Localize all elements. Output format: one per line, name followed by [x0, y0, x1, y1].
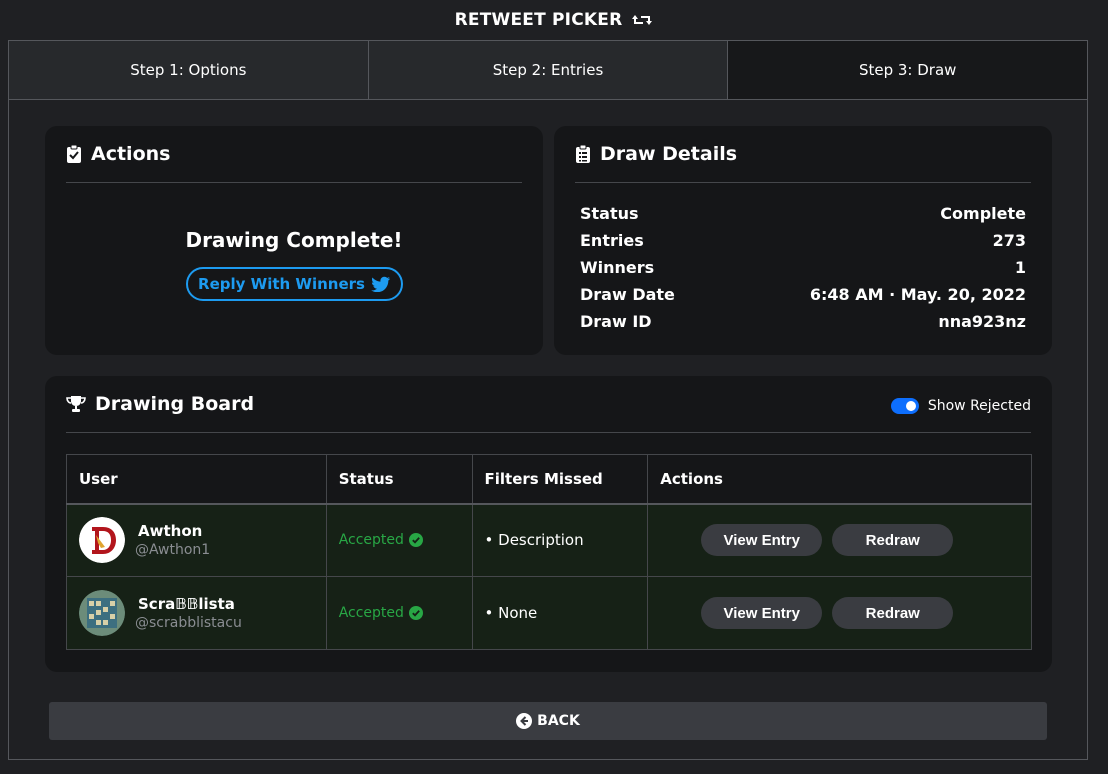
status-text: Accepted: [338, 532, 404, 549]
column-header-user: User: [66, 454, 327, 505]
trophy-icon: [66, 395, 86, 413]
back-button-label: BACK: [537, 713, 580, 729]
detail-row-entries: Entries 273: [580, 227, 1026, 254]
user-cell: Awthon @Awthon1: [66, 503, 327, 577]
status-badge: Accepted: [339, 605, 472, 621]
user-name: Scra𝔹𝔹lista: [138, 595, 235, 613]
drawing-board-card: Drawing Board Show Rejected User Status …: [45, 376, 1052, 672]
user-name: Awthon: [138, 522, 203, 541]
draw-details-card: Draw Details Status Complete Entries 273…: [554, 126, 1052, 355]
retweet-icon: [631, 12, 653, 28]
toggle-knob: [905, 401, 916, 411]
tab-step-2[interactable]: Step 2: Entries: [368, 41, 729, 99]
user-cell: Scra𝔹𝔹lista @scrabblistacu: [66, 576, 327, 650]
detail-label: Entries: [580, 231, 644, 250]
draw-details-title: Draw Details: [600, 143, 738, 165]
filters-cell: • Description: [471, 503, 649, 577]
actions-card-header: Actions: [66, 126, 522, 183]
check-circle-icon: [408, 606, 423, 620]
detail-row-draw-date: Draw Date 6:48 AM · May. 20, 2022: [580, 281, 1026, 308]
view-entry-button[interactable]: View Entry: [701, 524, 823, 557]
detail-row-draw-id: Draw ID nna923nz: [580, 308, 1026, 335]
detail-label: Draw Date: [580, 285, 675, 304]
column-header-status: Status: [325, 454, 473, 505]
app-title: RETWEET PICKER: [0, 0, 1108, 40]
reply-with-winners-button[interactable]: Reply With Winners: [186, 267, 403, 301]
detail-value: Complete: [940, 204, 1026, 223]
tab-step-1[interactable]: Step 1: Options: [9, 41, 369, 99]
show-rejected-toggle[interactable]: [890, 398, 919, 414]
show-rejected-control: Show Rejected: [890, 398, 1031, 414]
drawing-board-table: User Status Filters Missed Actions Awtho…: [66, 454, 1032, 650]
show-rejected-label: Show Rejected: [927, 398, 1031, 414]
table-row: Scra𝔹𝔹lista @scrabblistacu Accepted • No…: [66, 576, 1032, 650]
redraw-button[interactable]: Redraw: [832, 597, 954, 629]
back-button[interactable]: BACK: [49, 702, 1047, 740]
main-frame: Step 1: Options Step 2: Entries Step 3: …: [8, 40, 1088, 760]
drawing-board-header: Drawing Board: [66, 376, 1031, 433]
detail-row-status: Status Complete: [580, 200, 1026, 227]
detail-row-winners: Winners 1: [580, 254, 1026, 281]
detail-label: Status: [580, 204, 639, 223]
table-header-row: User Status Filters Missed Actions: [66, 454, 1032, 505]
detail-value: 273: [992, 231, 1026, 250]
user-handle: @Awthon1: [135, 542, 211, 559]
reply-button-label: Reply With Winners: [198, 275, 365, 293]
detail-value: 1: [1014, 258, 1026, 277]
draw-details-list: Status Complete Entries 273 Winners 1 Dr…: [580, 200, 1026, 335]
view-entry-button[interactable]: View Entry: [701, 597, 823, 629]
status-cell: Accepted: [325, 576, 473, 650]
actions-cell: View Entry Redraw: [647, 503, 1032, 577]
detail-label: Winners: [580, 258, 655, 277]
check-circle-icon: [408, 533, 423, 548]
tab-step-3[interactable]: Step 3: Draw: [728, 41, 1088, 99]
filters-cell: • None: [471, 576, 649, 650]
detail-label: Draw ID: [580, 312, 652, 331]
actions-card-title: Actions: [91, 143, 171, 165]
status-text: Accepted: [338, 605, 404, 621]
status-badge: Accepted: [339, 532, 472, 548]
detail-value: nna923nz: [938, 312, 1026, 331]
clipboard-list-icon: [575, 144, 591, 164]
column-header-actions: Actions: [647, 454, 1032, 505]
user-avatar[interactable]: [79, 517, 125, 564]
actions-cell: View Entry Redraw: [647, 576, 1032, 650]
drawing-complete-message: Drawing Complete!: [185, 228, 403, 252]
user-avatar[interactable]: [79, 590, 125, 636]
twitter-icon: [371, 276, 391, 292]
arrow-left-circle-icon: [516, 713, 533, 729]
drawing-board-title: Drawing Board: [95, 393, 255, 415]
step-tabs: Step 1: Options Step 2: Entries Step 3: …: [9, 41, 1088, 100]
status-cell: Accepted: [325, 503, 473, 577]
table-row: Awthon @Awthon1 Accepted • Description V…: [66, 503, 1032, 577]
actions-card: Actions Drawing Complete! Reply With Win…: [45, 126, 543, 355]
app-title-text: RETWEET PICKER: [454, 10, 623, 30]
column-header-filters: Filters Missed: [471, 454, 649, 505]
user-handle: @scrabblistacu: [135, 615, 242, 631]
redraw-button[interactable]: Redraw: [832, 524, 954, 557]
clipboard-check-icon: [66, 144, 82, 164]
detail-value: 6:48 AM · May. 20, 2022: [809, 285, 1026, 304]
draw-details-header: Draw Details: [575, 126, 1031, 183]
